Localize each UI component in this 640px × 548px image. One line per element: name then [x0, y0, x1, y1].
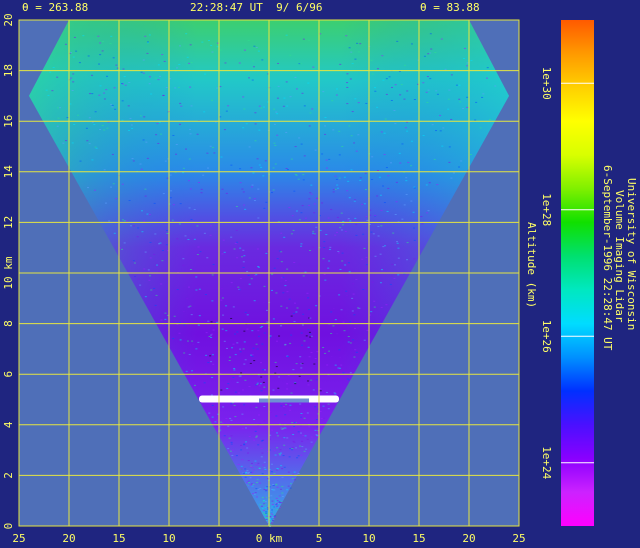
altitude-axis-label: Altitude (km) — [525, 222, 538, 309]
y-tick-label: 8 — [2, 320, 15, 327]
x-tick-label: 15 — [112, 532, 125, 545]
affiliation-text: University of Wisconsin — [625, 178, 638, 331]
y-tick-label: 14 — [2, 165, 15, 179]
colorbar-tick-label: 1e+28 — [540, 193, 553, 226]
y-tick-label: 16 — [2, 115, 15, 128]
y-tick-label: 20 — [2, 13, 15, 26]
x-tick-label: 25 — [12, 532, 25, 545]
x-tick-label: 20 — [62, 532, 75, 545]
x-tick-label: 10 — [362, 532, 375, 545]
x-tick-label: 0 km — [256, 532, 283, 545]
x-tick-label: 5 — [216, 532, 223, 545]
instrument-text: Volume Imaging Lidar — [613, 190, 626, 323]
x-tick-label: 25 — [512, 532, 525, 545]
cloud-layer-core — [259, 398, 309, 403]
colorbar-tick-label: 1e+24 — [540, 446, 553, 479]
date-text: 6-September-1996 22:28:47 UT — [601, 165, 614, 351]
x-tick-label: 5 — [316, 532, 323, 545]
y-tick-label: 2 — [2, 472, 15, 479]
y-tick-label: 12 — [2, 216, 15, 229]
x-tick-label: 20 — [462, 532, 475, 545]
y-tick-label: 6 — [2, 371, 15, 378]
lidar-display: θ = 263.88 22:28:47 UT 9/ 6/96 θ = 83.88… — [0, 0, 640, 548]
y-tick-label: 10 km — [2, 256, 15, 289]
y-tick-label: 4 — [2, 421, 15, 428]
x-tick-label: 15 — [412, 532, 425, 545]
colorbar — [561, 20, 594, 526]
x-tick-label: 10 — [162, 532, 175, 545]
colorbar-tick-label: 1e+26 — [540, 320, 553, 353]
y-tick-label: 0 — [2, 523, 15, 530]
lidar-scan-chart: 0 2 4 6 8 10 km 12 14 16 18 20 25 20 15 10 5 0 km 5 10 15 20… — [2, 13, 594, 545]
colorbar-tick-label: 1e+30 — [540, 67, 553, 100]
y-tick-label: 18 — [2, 64, 15, 77]
